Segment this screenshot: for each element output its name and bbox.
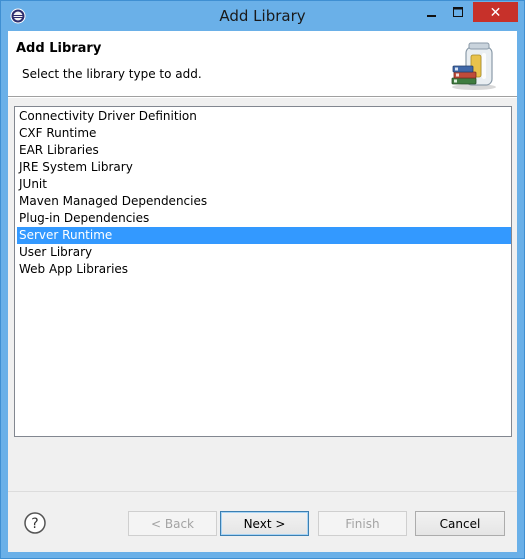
minimize-button[interactable] [419,2,445,22]
button-bar-divider [8,491,517,492]
finish-button[interactable]: Finish [318,511,407,536]
page-description: Select the library type to add. [22,67,202,81]
page-title: Add Library [16,41,102,56]
title-bar[interactable]: Add Library ✕ [1,1,524,31]
banner-divider-highlight [8,97,517,98]
list-item[interactable]: Web App Libraries [17,261,511,278]
wizard-banner: Add Library Select the library type to a… [8,31,517,96]
list-item[interactable]: JRE System Library [17,159,511,176]
list-item[interactable]: EAR Libraries [17,142,511,159]
next-button[interactable]: Next > [220,511,309,536]
back-button[interactable]: < Back [128,511,217,536]
maximize-icon [453,7,463,17]
list-item[interactable]: Maven Managed Dependencies [17,193,511,210]
svg-text:?: ? [31,516,38,532]
list-item[interactable]: JUnit [17,176,511,193]
library-type-list[interactable]: Connectivity Driver Definition CXF Runtim… [14,106,512,437]
list-item[interactable]: Plug-in Dependencies [17,210,511,227]
dialog-body: Add Library Select the library type to a… [8,31,517,552]
cancel-button[interactable]: Cancel [415,511,505,536]
close-button[interactable]: ✕ [473,2,518,22]
list-item[interactable]: CXF Runtime [17,125,511,142]
maximize-button[interactable] [445,2,471,22]
list-item[interactable]: Connectivity Driver Definition [17,108,511,125]
add-library-dialog: Add Library ✕ Add Library Select the lib… [0,0,525,559]
help-icon[interactable]: ? [24,512,46,534]
library-jar-icon [451,42,496,90]
list-item[interactable]: Server Runtime [17,227,511,244]
minimize-icon [427,15,436,17]
list-item[interactable]: User Library [17,244,511,261]
